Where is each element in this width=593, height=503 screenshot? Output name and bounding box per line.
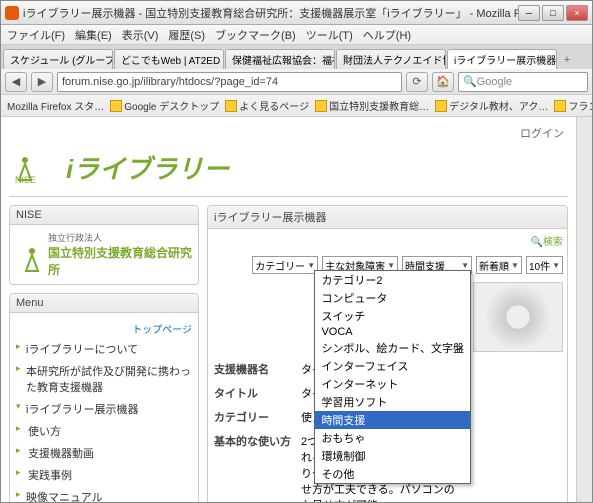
navigation-toolbar: ◀ ▶ forum.nise.go.jp/ilibrary/htdocs/?pa…: [1, 69, 592, 95]
menu-view[interactable]: 表示(V): [122, 27, 159, 43]
search-icon[interactable]: 🔍検索: [531, 233, 563, 248]
reload-button[interactable]: ⟳: [406, 72, 428, 92]
menu-item[interactable]: 使い方: [16, 420, 192, 442]
window-title: iライブラリー展示機器 - 国立特別支援教育総合研究所：支援機器展示室「iライブ…: [23, 5, 518, 21]
site-logo: NISE iライブラリー: [9, 143, 568, 197]
tab-0[interactable]: スケジュール (グループ週…×: [3, 49, 113, 69]
nise-link[interactable]: 国立特別支援教育総合研究所: [48, 244, 192, 278]
tab-4[interactable]: iライブラリー展示機器 …×: [447, 49, 557, 69]
menu-tools[interactable]: ツール(T): [306, 27, 353, 43]
menu-edit[interactable]: 編集(E): [75, 27, 112, 43]
tab-strip: スケジュール (グループ週…× どこでもWeb | AT2ED : エ…× 保健…: [1, 45, 592, 69]
login-link[interactable]: ログイン: [9, 123, 568, 143]
count-select[interactable]: 10件▼: [526, 256, 563, 274]
tab-3[interactable]: 財団法人テクノエイド協会×: [336, 49, 446, 69]
menu-bookmarks[interactable]: ブックマーク(B): [215, 27, 296, 43]
menu-item[interactable]: iライブラリーについて: [16, 338, 192, 360]
bookmark-item[interactable]: 国立特別支援教育総…: [315, 98, 429, 113]
bookmark-item[interactable]: Mozilla Firefox スタ…: [7, 98, 104, 113]
support-dropdown[interactable]: カテゴリー2 コンピュータ スイッチ VOCA シンボル、絵カード、文字盤 イン…: [314, 270, 471, 484]
close-button[interactable]: ×: [566, 5, 588, 21]
vertical-scrollbar[interactable]: [576, 117, 592, 502]
menu-item[interactable]: 実践事例: [16, 464, 192, 486]
menu-item[interactable]: iライブラリー展示機器: [16, 398, 192, 420]
bookmark-item[interactable]: Google デスクトップ: [110, 98, 219, 113]
menu-item[interactable]: 本研究所が試作及び開発に携わった教育支援機器: [16, 360, 192, 398]
firefox-icon: [5, 6, 19, 20]
menu-file[interactable]: ファイル(F): [7, 27, 65, 43]
item-thumbnail[interactable]: [473, 282, 563, 352]
new-tab-button[interactable]: +: [558, 51, 576, 69]
search-input[interactable]: 🔍 Google: [458, 72, 588, 92]
menu-bar: ファイル(F) 編集(E) 表示(V) 履歴(S) ブックマーク(B) ツール(…: [1, 25, 592, 45]
category-select[interactable]: カテゴリー▼: [252, 256, 318, 274]
menu-item[interactable]: 映像マニュアル: [16, 486, 192, 502]
nise-icon: [16, 243, 40, 267]
results-box: iライブラリー展示機器 🔍検索 カテゴリー▼ 主な対象障害▼ 時間支援▼ 新着順…: [207, 205, 568, 502]
minimize-button[interactable]: ─: [518, 5, 540, 21]
tab-1[interactable]: どこでもWeb | AT2ED : エ…×: [114, 49, 224, 69]
url-input[interactable]: forum.nise.go.jp/ilibrary/htdocs/?page_i…: [57, 72, 402, 92]
forward-button[interactable]: ▶: [31, 72, 53, 92]
tab-2[interactable]: 保健福祉広報協会：福祉…×: [225, 49, 335, 69]
sort-select[interactable]: 新着順▼: [476, 256, 522, 274]
window-titlebar: iライブラリー展示機器 - 国立特別支援教育総合研究所：支援機器展示室「iライブ…: [1, 1, 592, 25]
page-content: ログイン NISE iライブラリー NISE 独立行政法人: [1, 117, 576, 502]
nise-box: NISE 独立行政法人 国立特別支援教育総合研究所: [9, 205, 199, 285]
menu-item[interactable]: 支援機器動画: [16, 442, 192, 464]
toppage-link[interactable]: トップページ: [16, 319, 192, 338]
menu-box: Menu トップページ iライブラリーについて 本研究所が試作及び開発に携わった…: [9, 293, 199, 502]
home-button[interactable]: 🏠: [432, 72, 454, 92]
back-button[interactable]: ◀: [5, 72, 27, 92]
bookmarks-toolbar: Mozilla Firefox スタ… Google デスクトップ よく見るペー…: [1, 95, 592, 117]
maximize-button[interactable]: □: [542, 5, 564, 21]
bookmark-item[interactable]: フランス: [554, 98, 592, 113]
menu-help[interactable]: ヘルプ(H): [363, 27, 411, 43]
bookmark-item[interactable]: デジタル教材、アク…: [435, 98, 548, 113]
bookmark-item[interactable]: よく見るページ: [225, 98, 309, 113]
menu-history[interactable]: 履歴(S): [168, 27, 205, 43]
